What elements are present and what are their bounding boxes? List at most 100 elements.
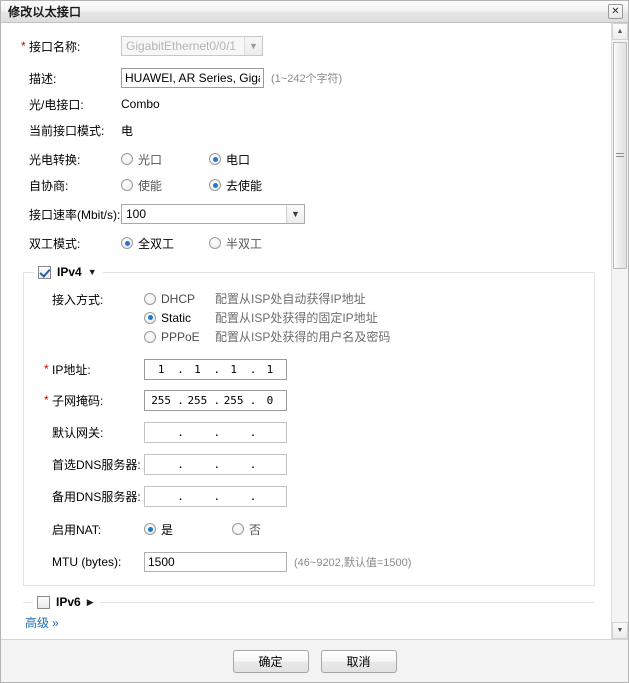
- radio-half-duplex[interactable]: 半双工: [209, 235, 262, 252]
- row-interface-name: 接口名称: GigabitEthernet0/0/1 ▼: [1, 33, 607, 59]
- close-icon[interactable]: ✕: [608, 4, 623, 19]
- radio-circle-icon: [232, 523, 244, 535]
- ok-button[interactable]: 确定: [232, 649, 309, 673]
- advanced-link-label: 高级: [25, 616, 50, 630]
- description-hint: (1~242个字符): [271, 73, 343, 85]
- label-optical-electrical-port: 光/电接口:: [29, 97, 84, 112]
- label-photoelectric-switch: 光电转换:: [29, 152, 81, 167]
- caret-down-icon[interactable]: ▼: [612, 622, 628, 639]
- subnet-mask-input[interactable]: 255 . 255 . 255 . 0: [144, 389, 287, 411]
- radio-negotiation-enable[interactable]: 使能: [121, 177, 199, 194]
- ip-dot: .: [213, 425, 221, 439]
- label-default-gateway: 默认网关:: [52, 425, 104, 440]
- radio-circle-icon: [121, 179, 133, 191]
- row-access-method: 接入方式: DHCP 配置从ISP处自动获得IP地址 Static 配置从ISP…: [24, 287, 594, 348]
- scrollbar-thumb[interactable]: [613, 42, 627, 269]
- radio-circle-selected-icon: [121, 237, 133, 249]
- ip-dot: .: [177, 489, 184, 503]
- row-optical-electrical-port: 光/电接口: Combo: [1, 91, 607, 117]
- row-primary-dns: 首选DNS服务器: . . .: [24, 451, 594, 477]
- ip-octet-2[interactable]: 1: [181, 363, 213, 376]
- label-speed: 接口速率(Mbit/s):: [29, 207, 121, 222]
- advanced-link[interactable]: 高级 »: [25, 614, 59, 631]
- radio-nat-yes[interactable]: 是: [144, 521, 222, 538]
- secondary-dns-input[interactable]: . . .: [144, 485, 287, 507]
- row-subnet-mask: 子网掩码: 255 . 255 . 255 . 0: [24, 387, 594, 413]
- radio-circle-icon: [144, 292, 156, 305]
- chevron-down-icon: ▼: [286, 205, 304, 223]
- radio-negotiation-disable-label: 去使能: [226, 178, 263, 193]
- radio-full-duplex[interactable]: 全双工: [121, 235, 199, 252]
- vertical-scrollbar[interactable]: ▲ ▼: [611, 23, 628, 639]
- ip-octet-1[interactable]: 1: [145, 363, 177, 376]
- row-enable-nat: 启用NAT: 是 否: [24, 516, 594, 542]
- mtu-input[interactable]: [144, 552, 287, 572]
- mask-octet-4[interactable]: 0: [254, 394, 286, 407]
- row-mtu: MTU (bytes): (46~9202,默认值=1500): [24, 549, 594, 575]
- label-mtu: MTU (bytes):: [52, 555, 122, 569]
- access-option-static-desc: 配置从ISP处获得的固定IP地址: [215, 311, 378, 325]
- ip-address-input[interactable]: 1 . 1 . 1 . 1: [144, 358, 287, 380]
- triangle-right-icon[interactable]: ▶: [87, 597, 94, 607]
- caret-up-icon[interactable]: ▲: [612, 23, 628, 40]
- access-option-pppoe[interactable]: PPPoE 配置从ISP处获得的用户名及密码: [144, 327, 390, 346]
- radio-circle-icon: [144, 330, 156, 343]
- ipv6-title: IPv6: [56, 595, 81, 609]
- cancel-button[interactable]: 取消: [320, 649, 397, 673]
- row-current-mode: 当前接口模式: 电: [1, 117, 607, 143]
- interface-name-value: GigabitEthernet0/0/1: [126, 39, 237, 53]
- radio-electrical-port[interactable]: 电口: [209, 151, 250, 168]
- ipv4-enable-checkbox[interactable]: [38, 265, 51, 279]
- ipv4-group: IPv4 ▼ 接入方式: DHCP 配置从ISP处自动获得IP地址 Static…: [23, 264, 595, 586]
- speed-value: 100: [126, 207, 147, 221]
- mtu-hint: (46~9202,默认值=1500): [294, 557, 412, 569]
- mask-octet-1[interactable]: 255: [145, 394, 177, 407]
- dialog-body: 接口名称: GigabitEthernet0/0/1 ▼ 描述: (1~242个…: [1, 23, 628, 639]
- radio-optical-port[interactable]: 光口: [121, 151, 199, 168]
- optical-electrical-port-value: Combo: [121, 97, 160, 111]
- radio-circle-icon: [209, 237, 221, 249]
- radio-circle-selected-icon: [209, 153, 221, 165]
- radio-electrical-port-label: 电口: [226, 152, 251, 167]
- interface-name-select[interactable]: GigabitEthernet0/0/1 ▼: [121, 36, 263, 56]
- ip-octet-3[interactable]: 1: [218, 363, 250, 376]
- description-input[interactable]: [121, 68, 264, 88]
- label-subnet-mask: 子网掩码:: [24, 392, 136, 409]
- label-primary-dns: 首选DNS服务器:: [52, 457, 141, 472]
- row-secondary-dns: 备用DNS服务器: . . .: [24, 483, 594, 509]
- ipv4-title: IPv4: [57, 265, 82, 279]
- row-default-gateway: 默认网关: . . .: [24, 419, 594, 445]
- ipv4-legend: IPv4 ▼: [34, 264, 103, 280]
- speed-select[interactable]: 100 ▼: [121, 204, 305, 224]
- radio-circle-selected-icon: [144, 523, 156, 535]
- label-access-method: 接入方式:: [52, 293, 104, 307]
- ipv6-enable-checkbox[interactable]: [37, 595, 50, 609]
- default-gateway-input[interactable]: . . .: [144, 421, 287, 443]
- radio-nat-no[interactable]: 否: [232, 521, 261, 538]
- ipv6-group: IPv6 ▶: [23, 594, 595, 610]
- radio-nat-yes-label: 是: [161, 522, 174, 537]
- primary-dns-input[interactable]: . . .: [144, 453, 287, 475]
- access-option-dhcp[interactable]: DHCP 配置从ISP处自动获得IP地址: [144, 289, 390, 308]
- radio-half-duplex-label: 半双工: [226, 236, 263, 251]
- row-auto-negotiation: 自协商: 使能 去使能: [1, 172, 607, 198]
- radio-negotiation-enable-label: 使能: [138, 178, 163, 193]
- access-option-dhcp-desc: 配置从ISP处自动获得IP地址: [215, 292, 366, 306]
- mask-octet-2[interactable]: 255: [181, 394, 213, 407]
- radio-optical-port-label: 光口: [138, 152, 163, 167]
- form-content: 接口名称: GigabitEthernet0/0/1 ▼ 描述: (1~242个…: [1, 23, 607, 639]
- double-chevron-right-icon: »: [52, 615, 59, 630]
- label-ip-address: IP地址:: [24, 361, 136, 378]
- access-option-static[interactable]: Static 配置从ISP处获得的固定IP地址: [144, 308, 390, 327]
- label-description: 描述:: [29, 71, 57, 86]
- triangle-down-icon[interactable]: ▼: [88, 267, 97, 277]
- radio-negotiation-disable[interactable]: 去使能: [209, 177, 262, 194]
- ip-dot: .: [177, 457, 184, 471]
- edit-ethernet-interface-dialog: 修改以太接口 ✕ 接口名称: GigabitEthernet0/0/1 ▼ 描述…: [0, 0, 629, 683]
- label-duplex: 双工模式:: [29, 236, 81, 251]
- dialog-title: 修改以太接口: [8, 5, 82, 19]
- current-mode-value: 电: [121, 123, 134, 138]
- ip-octet-4[interactable]: 1: [254, 363, 286, 376]
- mask-octet-3[interactable]: 255: [218, 394, 250, 407]
- label-interface-name: 接口名称:: [1, 38, 113, 55]
